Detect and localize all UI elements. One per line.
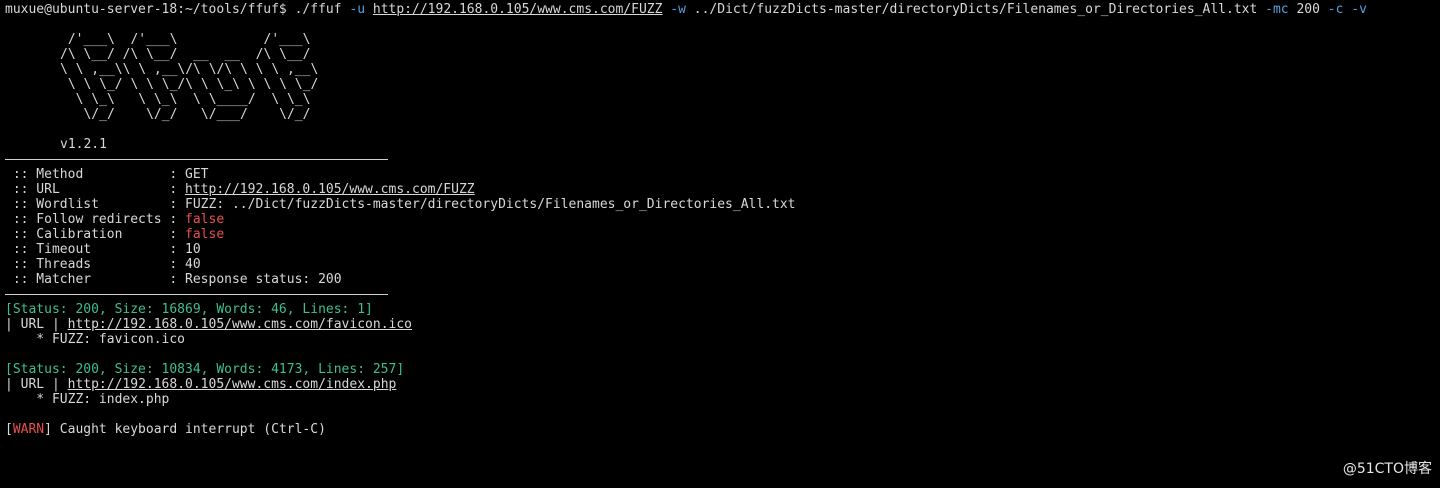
- command-wordlist: ../Dict/fuzzDicts-master/directoryDicts/…: [693, 2, 1258, 17]
- config-list: :: Method : GET :: URL : http://192.168.…: [5, 167, 1440, 287]
- config-wordlist: :: Wordlist : FUZZ: ../Dict/fuzzDicts-ma…: [5, 197, 1440, 212]
- config-label: :: URL :: [5, 182, 186, 197]
- config-matcher: :: Matcher : Response status: 200: [5, 272, 1440, 287]
- config-label: :: Threads :: [5, 257, 186, 272]
- flag-mc: -mc: [1265, 2, 1289, 17]
- terminal-output[interactable]: muxue@ubuntu-server-18:~/tools/ffuf$ ./f…: [5, 2, 1440, 437]
- result-fuzz: * FUZZ: index.php: [5, 392, 170, 407]
- warn-bracket-close: ]: [44, 422, 52, 437]
- flag-c: -c: [1327, 2, 1344, 17]
- warn-bracket-open: [: [5, 422, 13, 437]
- result-status: [Status: 200, Size: 10834, Words: 4173, …: [5, 362, 405, 377]
- config-label: :: Matcher :: [5, 272, 186, 287]
- result-fuzz: * FUZZ: favicon.ico: [5, 332, 186, 347]
- result-url-link[interactable]: http://192.168.0.105/www.cms.com/favicon…: [68, 317, 412, 332]
- config-calibration: :: Calibration : false: [5, 227, 1440, 242]
- banner-art-line: \ \ \_/ \ \ \_/\ \ \_\ \ \ \ \_/: [60, 77, 319, 92]
- banner-art-line: \ \ ,__\\ \ ,__\/\ \/\ \ \ \ ,__\: [60, 62, 319, 77]
- config-url: :: URL : http://192.168.0.105/www.cms.co…: [5, 182, 1440, 197]
- result-entry: [Status: 200, Size: 16869, Words: 46, Li…: [5, 302, 1440, 347]
- watermark: @51CTO博客: [1342, 461, 1432, 477]
- flag-w: -w: [670, 2, 686, 17]
- config-label: :: Method :: [5, 167, 186, 182]
- banner-art-line: /'___\ /'___\ /'___\: [60, 32, 311, 47]
- divider: [5, 294, 388, 295]
- result-entry: [Status: 200, Size: 10834, Words: 4173, …: [5, 362, 1440, 407]
- config-value: 10: [185, 242, 201, 257]
- config-value: 40: [185, 257, 201, 272]
- warn-message: Caught keyboard interrupt (Ctrl-C): [51, 422, 326, 437]
- config-follow-redirects: :: Follow redirects : false: [5, 212, 1440, 227]
- divider: [5, 159, 388, 160]
- command-name: ./ffuf: [294, 2, 342, 17]
- config-timeout: :: Timeout : 10: [5, 242, 1440, 257]
- command-line: muxue@ubuntu-server-18:~/tools/ffuf$ ./f…: [5, 2, 1440, 17]
- config-value-false: false: [185, 212, 225, 227]
- result-url-line: | URL | http://192.168.0.105/www.cms.com…: [5, 317, 1440, 332]
- flag-u: -u: [349, 2, 366, 17]
- config-value: GET: [185, 167, 209, 182]
- version-label: v1.2.1: [60, 137, 107, 152]
- ffuf-ascii-banner: /'___\ /'___\ /'___\ /\ \__/ /\ \__/ __ …: [5, 32, 1440, 152]
- result-url-prefix: | URL |: [5, 377, 68, 392]
- warn-line: [WARN] Caught keyboard interrupt (Ctrl-C…: [5, 422, 1440, 437]
- result-status: [Status: 200, Size: 16869, Words: 46, Li…: [5, 302, 373, 317]
- banner-art-line: \/_/ \/_/ \/___/ \/_/: [60, 107, 311, 122]
- result-url-line: | URL | http://192.168.0.105/www.cms.com…: [5, 377, 1440, 392]
- config-label: :: Follow redirects :: [5, 212, 186, 227]
- config-value: Response status: 200: [185, 272, 342, 287]
- config-value-false: false: [185, 227, 225, 242]
- prompt-user-host: muxue@ubuntu-server-18:~/tools/ffuf$: [5, 2, 287, 17]
- config-threads: :: Threads : 40: [5, 257, 1440, 272]
- flag-v: -v: [1351, 2, 1367, 17]
- config-label: :: Timeout :: [5, 242, 186, 257]
- result-url-prefix: | URL |: [5, 317, 68, 332]
- command-url[interactable]: http://192.168.0.105/www.cms.com/FUZZ: [373, 2, 663, 17]
- banner-art-line: \ \_\ \ \_\ \ \____/ \ \_\: [60, 92, 311, 107]
- banner-art-line: /\ \__/ /\ \__/ __ __ /\ \__/: [60, 47, 311, 62]
- config-url-link[interactable]: http://192.168.0.105/www.cms.com/FUZZ: [185, 182, 475, 197]
- config-value: FUZZ: ../Dict/fuzzDicts-master/directory…: [185, 197, 796, 212]
- warn-tag: WARN: [12, 422, 45, 437]
- result-url-link[interactable]: http://192.168.0.105/www.cms.com/index.p…: [68, 377, 397, 392]
- config-method: :: Method : GET: [5, 167, 1440, 182]
- config-label: :: Wordlist :: [5, 197, 186, 212]
- mc-value: 200: [1296, 2, 1320, 17]
- config-label: :: Calibration :: [5, 227, 186, 242]
